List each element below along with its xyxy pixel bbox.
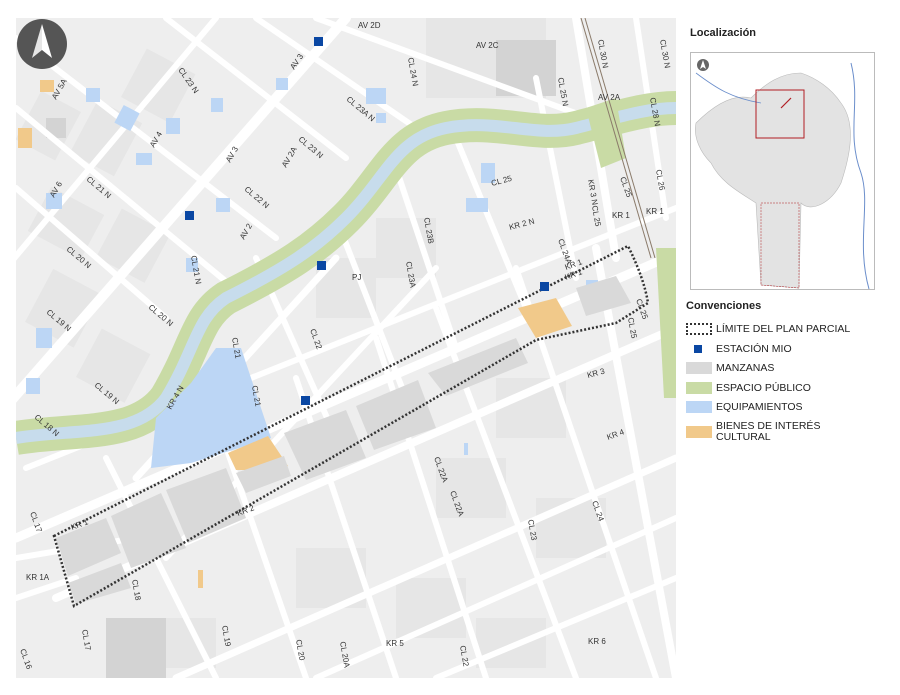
legend-label: BIENES DE INTERÉS CULTURAL xyxy=(716,420,821,443)
legend-item-boundary: LÍMITE DEL PLAN PARCIAL xyxy=(686,323,866,335)
legend-label: EQUIPAMIENTOS xyxy=(716,400,803,413)
street-label: AV 2A xyxy=(598,93,621,102)
legend-item-facilities: EQUIPAMIENTOS xyxy=(686,401,866,413)
street-label: KR 1A xyxy=(26,573,50,582)
map-canvas[interactable]: AV 5BAV 3AV 2DAV 2CCL 24 NCL 23 NAV 5ACL… xyxy=(16,18,676,678)
legend-label: LÍMITE DEL PLAN PARCIAL xyxy=(716,322,851,335)
street-label: AV 2C xyxy=(476,41,499,50)
station-icon xyxy=(540,282,549,291)
legend-item-public-space: ESPACIO PÚBLICO xyxy=(686,382,866,394)
boundary-symbol xyxy=(686,323,712,335)
legend-label: MANZANAS xyxy=(716,361,775,374)
legend-item-blocks: MANZANAS xyxy=(686,362,866,374)
street-label: AV 2D xyxy=(358,21,381,30)
street-label: KR 1 xyxy=(612,211,630,220)
map-svg: AV 5BAV 3AV 2DAV 2CCL 24 NCL 23 NAV 5ACL… xyxy=(16,18,676,678)
legend-item-station: ESTACIÓN MIO xyxy=(686,343,866,355)
legend-title: Convenciones xyxy=(686,300,762,312)
north-arrow-icon xyxy=(17,19,67,69)
inset-map-svg xyxy=(691,53,874,289)
street-label: KR 5 xyxy=(386,639,404,648)
block-symbol xyxy=(686,362,712,374)
station-symbol xyxy=(686,343,712,355)
legend-item-heritage: BIENES DE INTERÉS CULTURAL xyxy=(686,421,866,443)
street-label: KR 1 xyxy=(646,207,664,216)
street-label: KR 6 xyxy=(588,637,606,646)
facility-symbol xyxy=(686,401,712,413)
public-space-symbol xyxy=(686,382,712,394)
station-icon xyxy=(317,261,326,270)
station-icon xyxy=(301,396,310,405)
station-icon xyxy=(314,37,323,46)
station-icon xyxy=(185,211,194,220)
legend-label: ESPACIO PÚBLICO xyxy=(716,381,811,394)
legend-label: ESTACIÓN MIO xyxy=(716,342,792,355)
localization-inset-map xyxy=(690,52,875,290)
localization-title: Localización xyxy=(690,27,757,39)
heritage-symbol xyxy=(686,426,712,438)
street-label: PJ xyxy=(352,273,361,282)
